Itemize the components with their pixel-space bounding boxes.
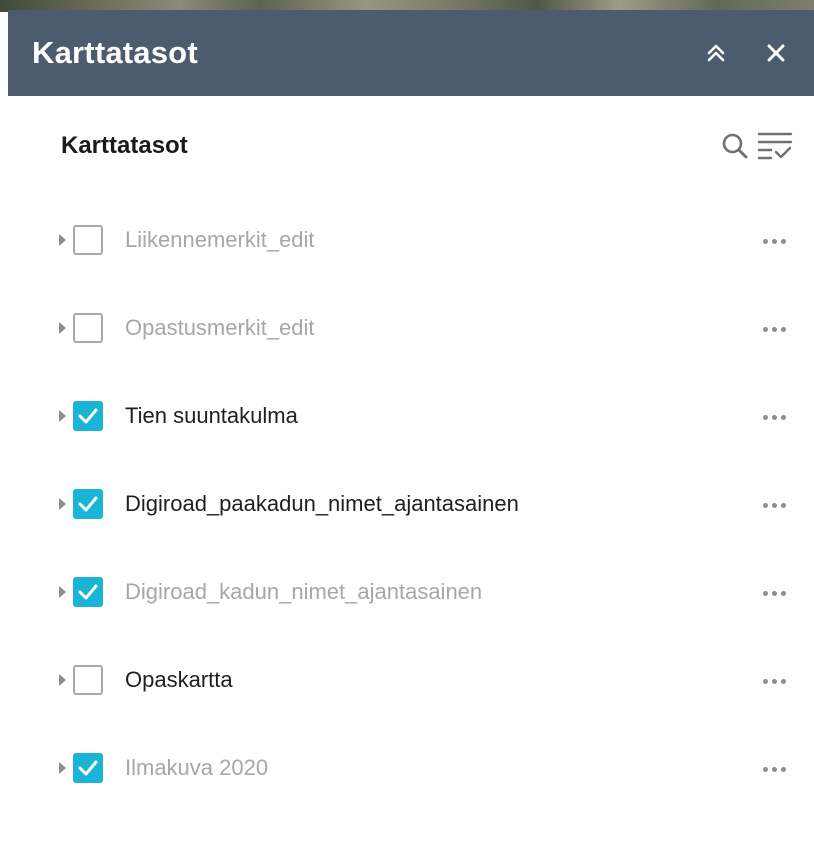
layer-label[interactable]: Opastusmerkit_edit [125, 315, 754, 341]
more-options-icon [761, 671, 788, 689]
layer-options-button[interactable] [754, 665, 794, 695]
caret-right-icon [58, 498, 66, 510]
layer-label[interactable]: Ilmakuva 2020 [125, 755, 754, 781]
expand-layer-button[interactable] [54, 494, 70, 514]
layer-list-panel: Karttatasot Karttatasot Liikennemerkit_e… [8, 10, 814, 868]
layer-options-button[interactable] [754, 401, 794, 431]
caret-right-icon [58, 410, 66, 422]
layer-options-button[interactable] [754, 489, 794, 519]
expand-layer-button[interactable] [54, 582, 70, 602]
collapse-button[interactable] [694, 31, 738, 75]
more-options-icon [761, 495, 788, 513]
filter-list-icon [757, 132, 793, 160]
layer-visibility-checkbox[interactable] [73, 225, 103, 255]
more-options-icon [761, 231, 788, 249]
layer-options-button[interactable] [754, 753, 794, 783]
checkmark-icon [78, 584, 98, 600]
expand-layer-button[interactable] [54, 670, 70, 690]
layer-options-button[interactable] [754, 577, 794, 607]
expand-layer-button[interactable] [54, 406, 70, 426]
layer-label[interactable]: Digiroad_paakadun_nimet_ajantasainen [125, 491, 754, 517]
checkmark-icon [78, 760, 98, 776]
more-options-icon [761, 759, 788, 777]
search-button[interactable] [716, 126, 754, 166]
layer-row: Digiroad_paakadun_nimet_ajantasainen [8, 460, 814, 548]
layer-label[interactable]: Liikennemerkit_edit [125, 227, 754, 253]
more-options-icon [761, 407, 788, 425]
close-icon [767, 44, 785, 62]
layer-list: Liikennemerkit_edit Opastusmerkit_edit Tie… [8, 196, 814, 812]
panel-header: Karttatasot [8, 10, 814, 96]
expand-layer-button[interactable] [54, 318, 70, 338]
layer-visibility-checkbox[interactable] [73, 401, 103, 431]
layer-visibility-checkbox[interactable] [73, 753, 103, 783]
layer-label[interactable]: Digiroad_kadun_nimet_ajantasainen [125, 579, 754, 605]
search-icon [722, 133, 748, 159]
layer-row: Ilmakuva 2020 [8, 724, 814, 812]
checkmark-icon [78, 496, 98, 512]
expand-layer-button[interactable] [54, 230, 70, 250]
caret-right-icon [58, 674, 66, 686]
layer-row: Digiroad_kadun_nimet_ajantasainen [8, 548, 814, 636]
layer-row: Tien suuntakulma [8, 372, 814, 460]
layer-row: Opastusmerkit_edit [8, 284, 814, 372]
more-options-icon [761, 319, 788, 337]
caret-right-icon [58, 322, 66, 334]
layer-label[interactable]: Opaskartta [125, 667, 754, 693]
layer-label[interactable]: Tien suuntakulma [125, 403, 754, 429]
layer-row: Liikennemerkit_edit [8, 196, 814, 284]
checkmark-icon [78, 408, 98, 424]
layer-row: Opaskartta [8, 636, 814, 724]
layer-options-button[interactable] [754, 313, 794, 343]
layer-list-header: Karttatasot [8, 96, 814, 196]
caret-right-icon [58, 586, 66, 598]
double-chevron-up-icon [707, 44, 725, 62]
caret-right-icon [58, 762, 66, 774]
layer-visibility-checkbox[interactable] [73, 313, 103, 343]
filter-button[interactable] [756, 126, 794, 166]
more-options-icon [761, 583, 788, 601]
layer-list-title: Karttatasot [61, 132, 188, 159]
close-button[interactable] [754, 31, 798, 75]
expand-layer-button[interactable] [54, 758, 70, 778]
layer-options-button[interactable] [754, 225, 794, 255]
panel-title: Karttatasot [32, 35, 198, 70]
layer-visibility-checkbox[interactable] [73, 665, 103, 695]
caret-right-icon [58, 234, 66, 246]
layer-visibility-checkbox[interactable] [73, 489, 103, 519]
layer-visibility-checkbox[interactable] [73, 577, 103, 607]
